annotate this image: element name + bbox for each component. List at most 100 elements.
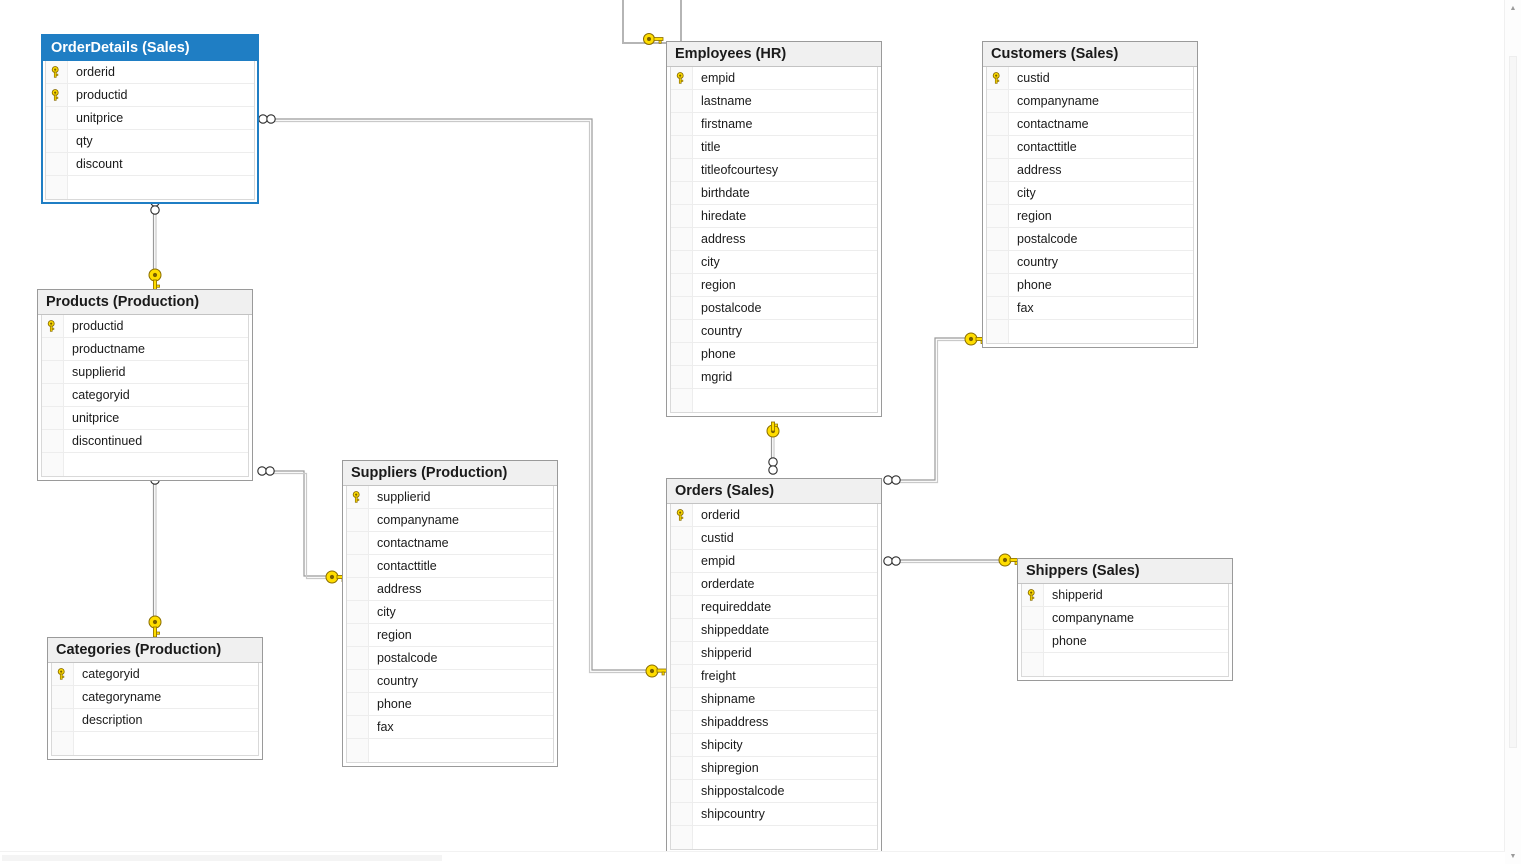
vertical-scrollbar-thumb[interactable] xyxy=(1509,56,1517,748)
table-title-products[interactable]: Products (Production) xyxy=(38,290,252,315)
column-row[interactable]: phone xyxy=(671,343,877,366)
column-row[interactable]: title xyxy=(671,136,877,159)
column-row[interactable]: productid xyxy=(42,315,248,338)
column-row[interactable]: orderdate xyxy=(671,573,877,596)
table-title-shippers[interactable]: Shippers (Sales) xyxy=(1018,559,1232,584)
column-row[interactable]: unitprice xyxy=(42,407,248,430)
column-row[interactable]: categoryid xyxy=(42,384,248,407)
column-row[interactable]: orderid xyxy=(671,504,877,527)
column-row[interactable]: discount xyxy=(46,153,254,176)
table-title-orders[interactable]: Orders (Sales) xyxy=(667,479,881,504)
column-row[interactable]: city xyxy=(671,251,877,274)
column-row[interactable]: shipregion xyxy=(671,757,877,780)
column-row[interactable]: supplierid xyxy=(347,486,553,509)
table-categories[interactable]: Categories (Production) categoryid categor… xyxy=(47,637,263,760)
column-row[interactable]: region xyxy=(671,274,877,297)
column-row[interactable]: birthdate xyxy=(671,182,877,205)
column-row[interactable]: contacttitle xyxy=(347,555,553,578)
column-row[interactable]: companyname xyxy=(987,90,1193,113)
column-row[interactable]: freight xyxy=(671,665,877,688)
column-row-empty[interactable] xyxy=(1022,653,1228,676)
column-row[interactable]: country xyxy=(347,670,553,693)
table-shippers[interactable]: Shippers (Sales) shipperid companyname phon… xyxy=(1017,558,1233,681)
column-row[interactable]: categoryname xyxy=(52,686,258,709)
column-row[interactable]: postalcode xyxy=(347,647,553,670)
column-row[interactable]: productid xyxy=(46,84,254,107)
table-products[interactable]: Products (Production) productid productnam… xyxy=(37,289,253,481)
column-row[interactable]: country xyxy=(671,320,877,343)
column-row-empty[interactable] xyxy=(347,739,553,762)
column-row[interactable]: firstname xyxy=(671,113,877,136)
column-row[interactable]: supplierid xyxy=(42,361,248,384)
column-row[interactable]: titleofcourtesy xyxy=(671,159,877,182)
vertical-scrollbar[interactable]: ▲ ▼ xyxy=(1504,0,1521,864)
column-row[interactable]: shipcity xyxy=(671,734,877,757)
column-row[interactable]: empid xyxy=(671,67,877,90)
column-row-empty[interactable] xyxy=(52,732,258,755)
table-title-customers[interactable]: Customers (Sales) xyxy=(983,42,1197,67)
column-row[interactable]: requireddate xyxy=(671,596,877,619)
column-row[interactable]: shippeddate xyxy=(671,619,877,642)
table-orderdetails[interactable]: OrderDetails (Sales) orderid productid unit… xyxy=(41,34,259,204)
column-row[interactable]: contacttitle xyxy=(987,136,1193,159)
column-row[interactable]: shipcountry xyxy=(671,803,877,826)
table-employees[interactable]: Employees (HR) empid lastname firstname titl… xyxy=(666,41,882,417)
table-title-employees[interactable]: Employees (HR) xyxy=(667,42,881,67)
column-row[interactable]: fax xyxy=(347,716,553,739)
table-title-orderdetails[interactable]: OrderDetails (Sales) xyxy=(43,36,257,61)
column-row[interactable]: address xyxy=(671,228,877,251)
column-row[interactable]: region xyxy=(987,205,1193,228)
column-row-empty[interactable] xyxy=(987,320,1193,343)
column-row[interactable]: postalcode xyxy=(671,297,877,320)
table-title-suppliers[interactable]: Suppliers (Production) xyxy=(343,461,557,486)
column-row[interactable]: unitprice xyxy=(46,107,254,130)
table-suppliers[interactable]: Suppliers (Production) supplierid companyn… xyxy=(342,460,558,767)
column-row[interactable]: contactname xyxy=(347,532,553,555)
column-row[interactable]: productname xyxy=(42,338,248,361)
column-row[interactable]: lastname xyxy=(671,90,877,113)
scroll-down-arrow[interactable]: ▼ xyxy=(1505,848,1521,864)
column-row[interactable]: discontinued xyxy=(42,430,248,453)
column-row[interactable]: shipperid xyxy=(671,642,877,665)
table-customers[interactable]: Customers (Sales) custid companyname contac… xyxy=(982,41,1198,348)
column-row[interactable]: address xyxy=(347,578,553,601)
column-row[interactable]: contactname xyxy=(987,113,1193,136)
relationship-products-suppliers[interactable] xyxy=(272,468,327,581)
column-row[interactable]: shippostalcode xyxy=(671,780,877,803)
horizontal-scrollbar-thumb[interactable] xyxy=(2,855,442,861)
column-row[interactable]: hiredate xyxy=(671,205,877,228)
column-row[interactable]: region xyxy=(347,624,553,647)
column-row[interactable]: categoryid xyxy=(52,663,258,686)
column-row[interactable]: mgrid xyxy=(671,366,877,389)
column-row[interactable]: companyname xyxy=(347,509,553,532)
relationship-orders-shippers[interactable] xyxy=(896,558,1000,564)
column-row[interactable]: shipperid xyxy=(1022,584,1228,607)
relationship-orders-employees[interactable] xyxy=(770,426,776,466)
diagram-canvas[interactable]: OrderDetails (Sales) orderid productid unit… xyxy=(0,0,1521,864)
column-row[interactable]: city xyxy=(347,601,553,624)
column-row[interactable]: shipname xyxy=(671,688,877,711)
column-row[interactable]: shipaddress xyxy=(671,711,877,734)
column-row[interactable]: companyname xyxy=(1022,607,1228,630)
column-row[interactable]: phone xyxy=(987,274,1193,297)
column-row[interactable]: qty xyxy=(46,130,254,153)
table-orders[interactable]: Orders (Sales) orderid custid empid orderdat… xyxy=(666,478,882,854)
column-row[interactable]: phone xyxy=(1022,630,1228,653)
ghost-table-outline[interactable] xyxy=(622,0,682,44)
scroll-up-arrow[interactable]: ▲ xyxy=(1505,0,1521,16)
column-row[interactable]: fax xyxy=(987,297,1193,320)
column-row-empty[interactable] xyxy=(42,453,248,476)
relationship-orderdetails-products[interactable] xyxy=(152,208,158,275)
column-row[interactable]: country xyxy=(987,251,1193,274)
column-row-empty[interactable] xyxy=(671,389,877,412)
column-row[interactable]: phone xyxy=(347,693,553,716)
column-row[interactable]: orderid xyxy=(46,61,254,84)
table-title-categories[interactable]: Categories (Production) xyxy=(48,638,262,663)
relationship-orders-customers[interactable] xyxy=(896,337,966,484)
column-row[interactable]: description xyxy=(52,709,258,732)
column-row[interactable]: postalcode xyxy=(987,228,1193,251)
column-row[interactable]: address xyxy=(987,159,1193,182)
column-row[interactable]: city xyxy=(987,182,1193,205)
column-row[interactable]: empid xyxy=(671,550,877,573)
horizontal-scrollbar[interactable] xyxy=(0,851,1505,864)
